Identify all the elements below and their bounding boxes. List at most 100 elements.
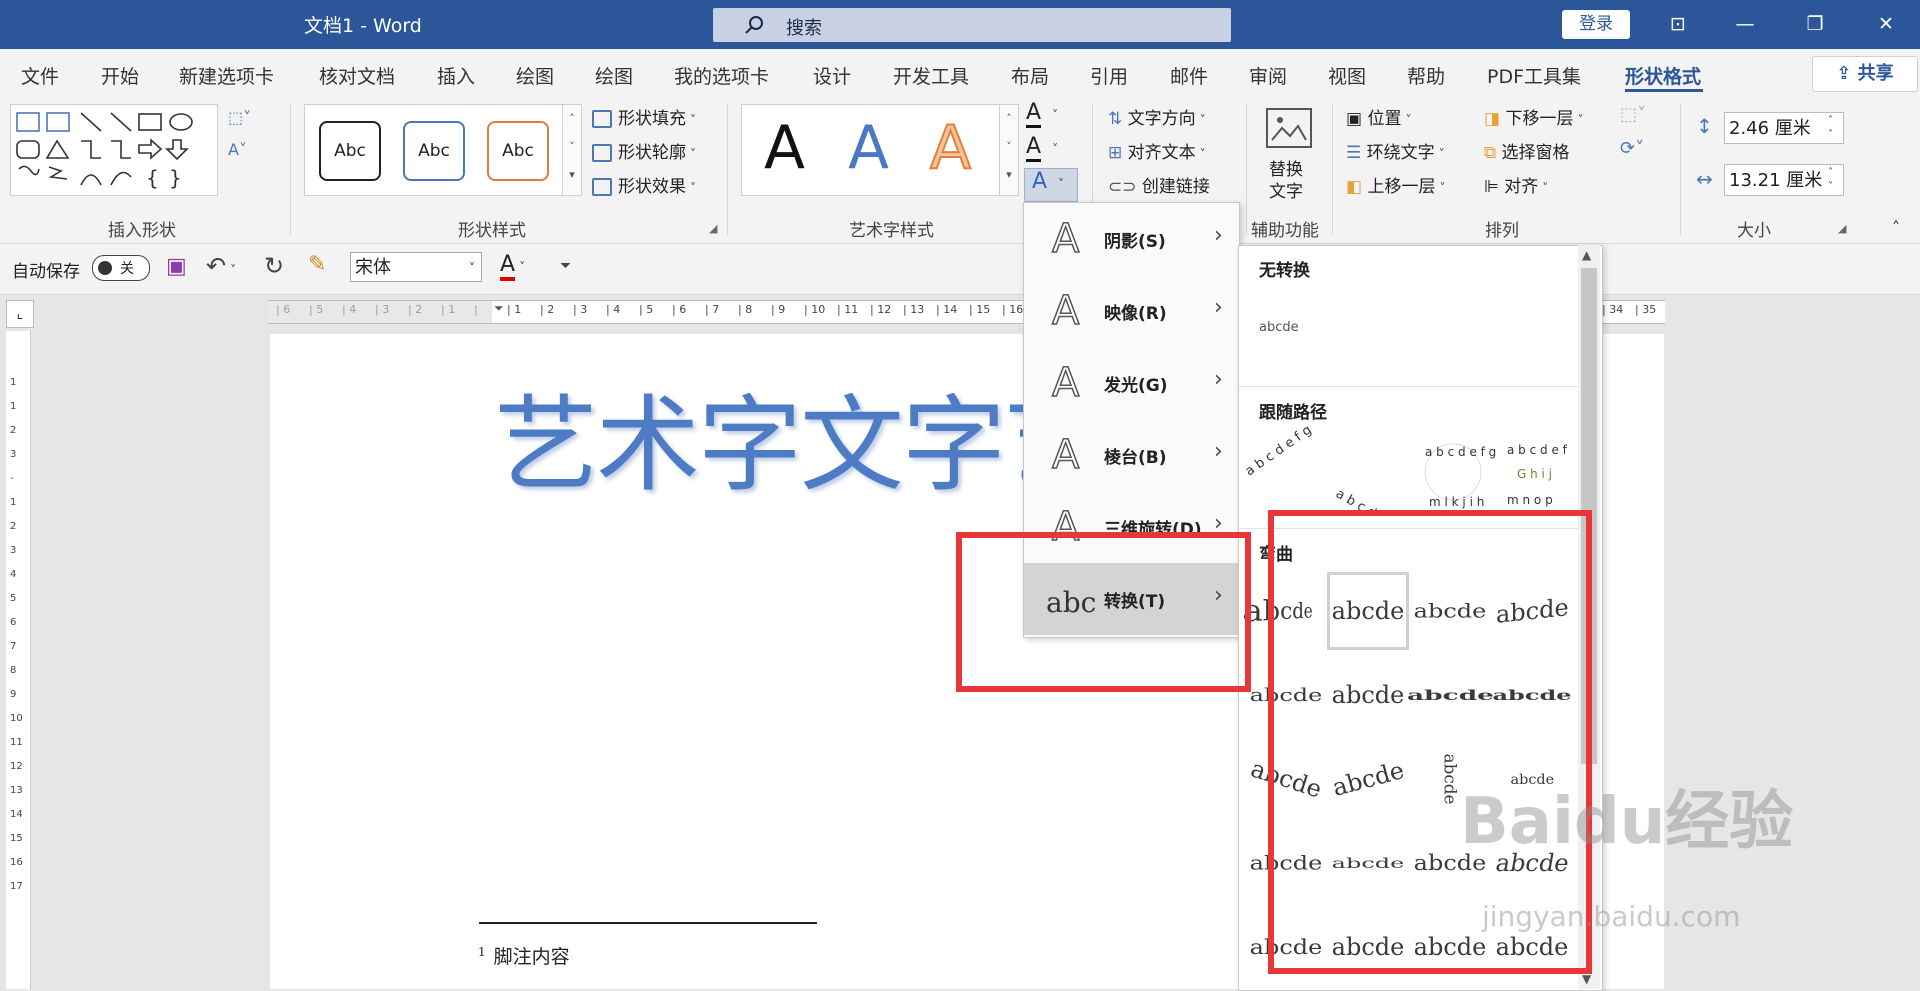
draw-textbox-icon[interactable]: A˅ [228, 140, 247, 159]
size-dialog-launcher-icon[interactable]: ◢ [1838, 222, 1846, 235]
save-icon[interactable]: ▣ [166, 254, 187, 279]
tab-home[interactable]: 开始 [101, 62, 139, 89]
footnote-number: 1 [478, 944, 486, 959]
send-backward-button[interactable]: ◨ 下移一层 ˅ [1484, 104, 1583, 129]
tab-view[interactable]: 视图 [1328, 62, 1366, 89]
wrap-text-button[interactable]: ☰ 环绕文字 ˅ [1346, 138, 1445, 163]
ruler-tick: | 13 [903, 303, 925, 316]
tab-design[interactable]: 设计 [813, 62, 851, 89]
wordart-scroll-buttons[interactable]: ˄ ˅ ▾ [999, 104, 1019, 196]
tab-my-tab[interactable]: 我的选项卡 [674, 62, 769, 89]
width-spinner[interactable]: ˄ ˅ [1828, 166, 1833, 194]
shapes-gallery-icons: {} [16, 112, 193, 190]
tab-developer[interactable]: 开发工具 [893, 62, 969, 89]
tab-insert[interactable]: 插入 [437, 62, 475, 89]
wrap-text-label: 环绕文字 [1366, 143, 1435, 163]
align-button[interactable]: ⊫ 对齐 ˅ [1484, 172, 1548, 197]
vruler-tick: 5 [10, 593, 17, 604]
customize-qat-icon[interactable]: ⏷ [560, 258, 571, 274]
ruler-tick: | 6 [672, 303, 687, 316]
menu-item-bevel[interactable]: A 棱台(B) › [1024, 419, 1239, 491]
shape-style-orange[interactable]: Abc [487, 121, 549, 181]
text-effects-button[interactable]: A ˅ [1024, 168, 1078, 202]
search-box[interactable]: 搜索 [713, 8, 1231, 42]
bring-forward-button[interactable]: ◧ 上移一层 ˅ [1346, 172, 1445, 197]
tab-file[interactable]: 文件 [21, 62, 59, 89]
tab-references[interactable]: 引用 [1090, 62, 1128, 89]
menu-item-reflection[interactable]: A 映像(R) › [1024, 275, 1239, 347]
selection-pane-icon: ⧉ [1484, 143, 1502, 163]
tab-new-tab[interactable]: 新建选项卡 [179, 62, 274, 89]
rotate-icon[interactable]: ⟳˅ [1620, 138, 1644, 159]
scroll-up-icon[interactable]: ▲ [1582, 248, 1591, 262]
shape-width-input[interactable]: 13.21 厘米 [1724, 164, 1844, 196]
group-objects-icon[interactable]: ⬚˅ [1620, 104, 1646, 125]
dialog-launcher-icon[interactable]: ◢ [709, 222, 717, 235]
autosave-toggle[interactable]: 关 [92, 255, 150, 281]
wordart-sample-black[interactable]: A [764, 113, 805, 183]
group-arrange: 排列 [1485, 221, 1519, 241]
font-color-icon[interactable]: A ˅ [500, 252, 525, 281]
minimize-icon[interactable]: — [1715, 0, 1775, 49]
font-name-select[interactable]: 宋体 ˅ [350, 252, 482, 282]
position-button[interactable]: ▣ 位置 ˅ [1346, 104, 1411, 129]
menu-item-shadow[interactable]: A 阴影(S) › [1024, 203, 1239, 275]
text-fill-icon[interactable]: A ˅ [1026, 100, 1058, 128]
wordart-sample-blue[interactable]: A [848, 113, 889, 183]
send-backward-icon: ◨ [1484, 109, 1506, 129]
redo-icon[interactable]: ↻ [264, 252, 284, 280]
footnote[interactable]: 1 脚注内容 [478, 942, 570, 969]
follow-path-options[interactable]: a b c d e f g a b c d e f g a b c d e f … [1245, 426, 1575, 512]
edit-shape-icon[interactable]: ⬚˅ [228, 108, 251, 127]
login-button[interactable]: 登录 [1562, 10, 1630, 39]
tab-shape-format[interactable]: 形状格式 [1625, 62, 1701, 89]
shape-style-blue[interactable]: Abc [403, 121, 465, 181]
shape-height-input[interactable]: 2.46 厘米 [1724, 112, 1844, 144]
height-spinner[interactable]: ˄ ˅ [1828, 114, 1833, 142]
tab-draw-2[interactable]: 绘图 [595, 62, 633, 89]
menu-item-glow[interactable]: A 发光(G) › [1024, 347, 1239, 419]
selection-pane-button[interactable]: ⧉ 选择窗格 [1484, 138, 1570, 163]
tab-draw[interactable]: 绘图 [516, 62, 554, 89]
tab-help[interactable]: 帮助 [1407, 62, 1445, 89]
indent-marker-icon[interactable]: ⏷ [494, 301, 504, 316]
vruler-ticks: 1 1 2 3-1 2 3 4 5 6 7 8 9 10 11 12 13 14 15 16 17 [10, 371, 23, 899]
tab-selector-icon[interactable]: ⌞ [6, 300, 34, 328]
footnote-text: 脚注内容 [493, 946, 570, 968]
shape-effects-icon [592, 178, 612, 196]
gallery-scroll-buttons[interactable]: ˄ ˅ ▾ [562, 104, 582, 196]
tab-review[interactable]: 审阅 [1249, 62, 1287, 89]
text-direction-icon: ⇅ [1108, 109, 1128, 129]
close-icon[interactable]: ✕ [1856, 0, 1916, 49]
share-button[interactable]: ⇪ 共享 [1812, 56, 1918, 92]
ruler-tick: | 1 [507, 303, 522, 316]
text-direction-button[interactable]: ⇅ 文字方向 ˅ [1108, 104, 1206, 129]
tab-check-doc[interactable]: 核对文档 [319, 62, 395, 89]
no-transform-option[interactable]: abcde [1259, 320, 1299, 335]
chevron-right-icon: › [1214, 223, 1223, 248]
wordart-gallery[interactable]: A A A [741, 104, 1001, 196]
shape-outline-button[interactable]: 形状轮廓 ˅ [592, 138, 696, 163]
create-link-button[interactable]: ⊂⊃ 创建链接 [1108, 172, 1210, 197]
collapse-ribbon-icon[interactable]: ˄ [1892, 218, 1900, 237]
undo-icon[interactable]: ↶ ˅ [206, 252, 236, 280]
shapes-gallery[interactable]: {} [10, 104, 218, 196]
restore-icon[interactable]: ❐ [1785, 0, 1845, 49]
shape-effects-button[interactable]: 形状效果 ˅ [592, 172, 696, 197]
tab-pdf-tools[interactable]: PDF工具集 [1487, 62, 1581, 89]
wordart-sample-orange[interactable]: A [929, 112, 972, 184]
shape-styles-gallery[interactable]: Abc Abc Abc [304, 104, 564, 196]
tab-mailings[interactable]: 邮件 [1170, 62, 1208, 89]
align-text-button[interactable]: ⊞ 对齐文本 ˅ [1108, 138, 1206, 163]
text-outline-icon[interactable]: A ˅ [1026, 134, 1058, 162]
format-painter-icon[interactable]: ✎ [308, 252, 326, 277]
shape-fill-button[interactable]: 形状填充 ˅ [592, 104, 696, 129]
toggle-state: 关 [120, 261, 134, 277]
alt-text-icon[interactable] [1266, 108, 1312, 148]
scroll-down-icon[interactable]: ▼ [1582, 972, 1591, 986]
search-icon [745, 16, 763, 34]
alt-text-label-2[interactable]: 文字 [1269, 177, 1303, 202]
tab-layout[interactable]: 布局 [1011, 62, 1049, 89]
ribbon-display-options-icon[interactable]: ⊡ [1648, 0, 1708, 49]
shape-style-dark[interactable]: Abc [319, 121, 381, 181]
